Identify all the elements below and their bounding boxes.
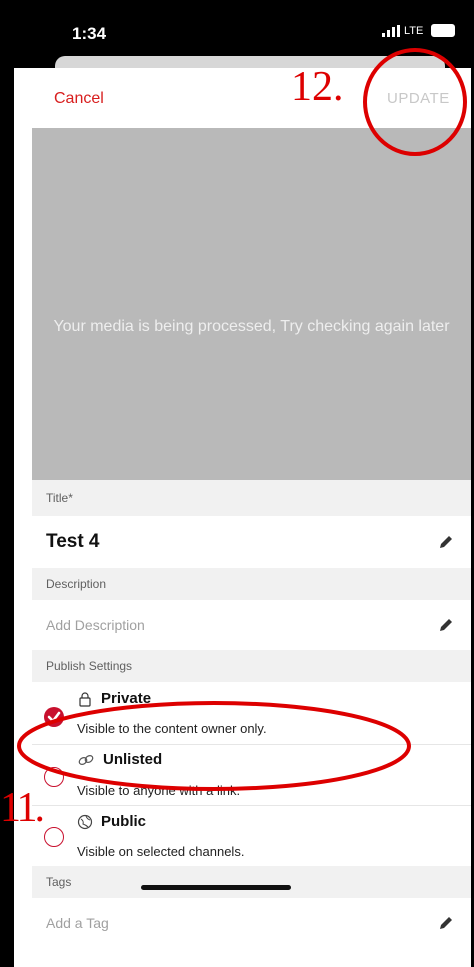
description-placeholder: Add Description — [46, 617, 145, 633]
tags-header: Tags — [32, 866, 471, 898]
edit-description-pencil-icon[interactable] — [437, 616, 455, 634]
network-type: LTE — [404, 24, 424, 37]
edit-tags-pencil-icon[interactable] — [437, 914, 455, 932]
signal-bars-icon — [382, 24, 400, 37]
publish-settings-header: Publish Settings — [32, 650, 471, 682]
title-value: Test 4 — [46, 531, 100, 552]
edit-title-pencil-icon[interactable] — [437, 533, 455, 551]
link-icon — [78, 754, 94, 765]
private-radio-selected[interactable] — [44, 707, 64, 727]
public-description: Visible on selected channels. — [77, 844, 245, 859]
publish-option-unlisted[interactable]: Unlisted Visible to anyone with a link. — [32, 745, 471, 805]
battery-icon — [431, 24, 456, 37]
status-icons: LTE — [382, 24, 456, 37]
edit-media-sheet: Cancel UPDATE Your media is being proces… — [32, 68, 471, 967]
public-label: Public — [101, 813, 147, 830]
private-label: Private — [101, 690, 152, 707]
media-preview: Your media is being processed, Try check… — [32, 128, 471, 480]
description-row[interactable]: Add Description — [32, 600, 471, 650]
globe-icon — [77, 814, 93, 829]
step-11-annotation: 11. — [0, 785, 45, 831]
publish-option-private[interactable]: Private Visible to the content owner onl… — [32, 682, 471, 744]
title-row[interactable]: Test 4 — [32, 516, 471, 568]
home-indicator — [141, 885, 291, 890]
private-description: Visible to the content owner only. — [77, 721, 267, 736]
navigation-bar: Cancel UPDATE — [32, 68, 471, 128]
cancel-button[interactable]: Cancel — [54, 90, 104, 108]
unlisted-description: Visible to anyone with a link. — [77, 783, 241, 798]
title-header: Title* — [32, 480, 471, 516]
tags-placeholder: Add a Tag — [46, 915, 109, 931]
step-12-annotation: 12. — [291, 64, 344, 110]
processing-message: Your media is being processed, Try check… — [53, 318, 450, 335]
unlisted-radio[interactable] — [44, 767, 64, 787]
lock-icon — [79, 691, 91, 707]
unlisted-label: Unlisted — [103, 751, 163, 768]
description-header: Description — [32, 568, 471, 600]
checkmark-icon — [47, 711, 61, 723]
update-button[interactable]: UPDATE — [387, 90, 450, 107]
status-time: 1:34 — [72, 24, 107, 43]
publish-option-public[interactable]: Public Visible on selected channels. — [32, 806, 471, 866]
public-radio[interactable] — [44, 827, 64, 847]
tags-row[interactable]: Add a Tag — [32, 898, 471, 948]
phone-screen: 1:34 LTE Cancel UPDATE Your media is bei… — [0, 0, 474, 967]
